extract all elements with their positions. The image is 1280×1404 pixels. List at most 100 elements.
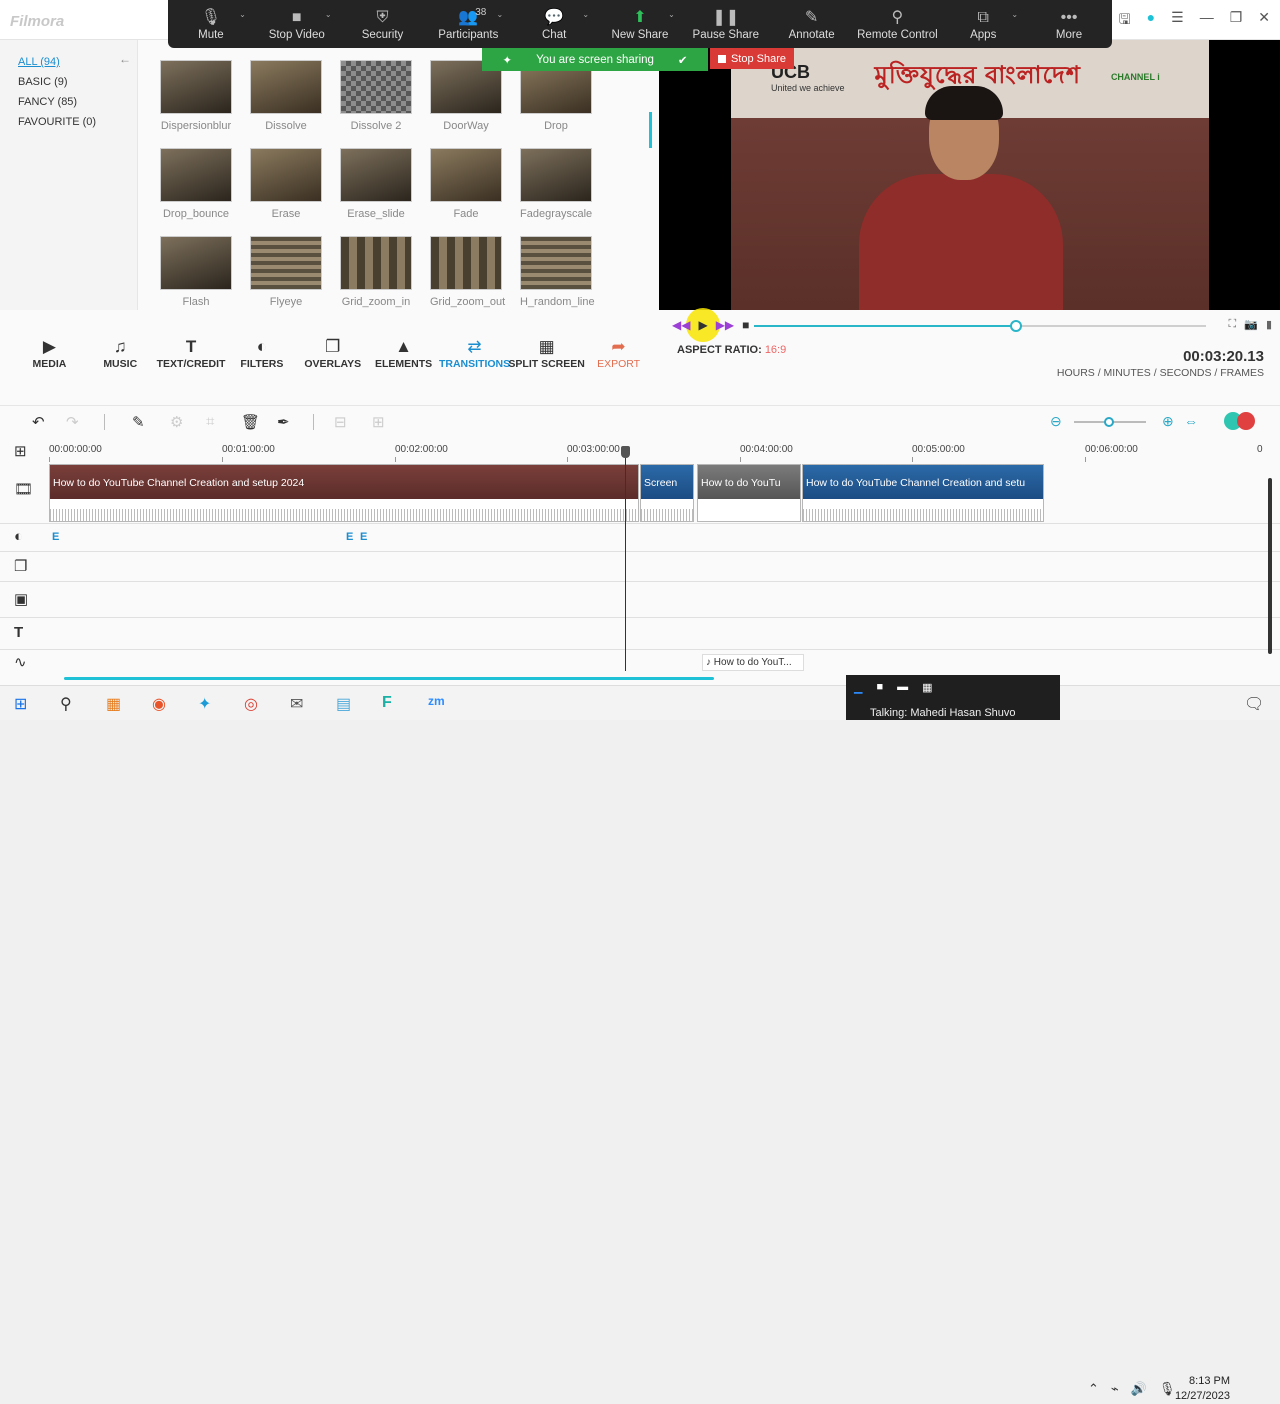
transition-tile[interactable]: Grid_zoom_in — [340, 236, 412, 308]
caret-icon[interactable]: ⌄ — [582, 10, 589, 19]
transition-tile[interactable]: Grid_zoom_out — [430, 236, 505, 308]
grid-scrollbar[interactable] — [649, 112, 652, 148]
transition-tile[interactable]: Drop_bounce — [160, 148, 232, 220]
effect-marker[interactable]: E — [360, 531, 367, 543]
timeline-vertical-scrollbar[interactable] — [1268, 478, 1272, 654]
effect-marker[interactable]: E — [346, 531, 353, 543]
fullscreen-icon[interactable]: ⛶ — [1229, 318, 1237, 331]
seek-handle[interactable] — [1010, 320, 1023, 332]
minimize-bar-icon[interactable]: ▁ — [854, 681, 862, 694]
zoom-stop-video-button[interactable]: ■ Stop Video ⌄ — [254, 0, 340, 48]
elements-tool[interactable]: ▲ ELEMENTS — [368, 336, 439, 376]
app-icon[interactable]: ✦ — [198, 694, 211, 714]
caret-icon[interactable]: ⌄ — [668, 10, 675, 19]
transitions-tool[interactable]: ⇄ TRANSITIONS — [439, 336, 510, 376]
zoom-participants-button[interactable]: 👥 38 Participants ⌄ — [425, 0, 511, 48]
zoom-apps-button[interactable]: ⧉ Apps ⌄ — [940, 0, 1026, 48]
video-preview[interactable]: UCB United we achieve মুক্তিযুদ্ধের বাংলা… — [659, 40, 1280, 310]
transition-tile[interactable]: Erase_slide — [340, 148, 412, 220]
unlink-icon[interactable]: ⊞ — [372, 413, 385, 431]
pin-icon[interactable]: ✦ — [502, 53, 512, 67]
share-icon[interactable]: ▬ — [897, 681, 908, 694]
notepad-icon[interactable]: ▤ — [336, 694, 351, 714]
search-icon[interactable]: ⚲ — [60, 694, 72, 714]
zoom-chat-button[interactable]: 💬 Chat ⌄ — [511, 0, 597, 48]
zoom-security-button[interactable]: ⛨ Security — [340, 0, 426, 48]
video-clip[interactable]: Screen — [640, 464, 694, 522]
windows-start-icon[interactable]: ⊞ — [14, 694, 27, 714]
transition-tile[interactable]: Dispersionblur — [160, 60, 232, 132]
add-track-icon[interactable]: ⊞ — [14, 442, 27, 460]
zoom-new-share-button[interactable]: ⬆ New Share ⌄ — [597, 0, 683, 48]
rewind-icon[interactable]: ◀◀ — [672, 318, 690, 332]
overlays-tool[interactable]: ❐ OVERLAYS — [297, 336, 368, 376]
save-icon[interactable]: 🖫 — [1119, 9, 1131, 33]
effect-marker[interactable]: E — [52, 531, 59, 543]
video-clip[interactable]: How to do YouTube Channel Creation and s… — [802, 464, 1044, 522]
settings-icon[interactable]: ⚙ — [170, 413, 183, 431]
category-fancy[interactable]: FANCY (85) — [0, 92, 137, 112]
volume-bars-icon[interactable]: ▮ — [1266, 318, 1272, 331]
fast-forward-icon[interactable]: ▶▶ — [716, 318, 734, 332]
transition-tile[interactable]: Flash — [160, 236, 232, 308]
category-favourite[interactable]: FAVOURITE (0) — [0, 112, 137, 132]
zoom-taskbar-icon[interactable]: zm — [428, 694, 445, 708]
chrome-icon[interactable]: ◎ — [244, 694, 258, 714]
maximize-icon[interactable]: ❐ — [1230, 9, 1243, 33]
chat-bubble-icon[interactable]: ● — [1147, 9, 1155, 33]
split-screen-tool[interactable]: ▦ SPLIT SCREEN — [508, 336, 584, 376]
zoom-in-icon[interactable]: ⊕ — [1162, 413, 1174, 430]
eyedropper-icon[interactable]: ✒ — [277, 413, 290, 431]
category-basic[interactable]: BASIC (9) — [0, 72, 137, 92]
filters-tool[interactable]: ◐ FILTERS — [226, 336, 297, 376]
zoom-pause-share-button[interactable]: ❚❚ Pause Share — [683, 0, 769, 48]
crop-icon[interactable]: ⌗ — [206, 413, 214, 430]
video-off-icon[interactable]: ■ — [876, 681, 883, 694]
transition-tile[interactable]: Erase — [250, 148, 322, 220]
transition-tile[interactable]: Dissolve — [250, 60, 322, 132]
system-clock[interactable]: 8:13 PM 12/27/2023 — [1168, 1374, 1230, 1404]
zoom-slider-handle[interactable] — [1104, 417, 1114, 427]
text-tool[interactable]: T TEXT/CREDIT — [156, 336, 227, 376]
zoom-remote-control-button[interactable]: ⚲ Remote Control — [855, 0, 941, 48]
play-icon[interactable]: ▶ — [698, 318, 707, 332]
timeline-horizontal-scrollbar[interactable] — [64, 677, 714, 680]
transition-tile[interactable]: Dissolve 2 — [340, 60, 412, 132]
transition-tile[interactable]: Fadegrayscale — [520, 148, 592, 220]
export-button[interactable]: ➦ EXPORT — [583, 336, 654, 376]
zoom-out-icon[interactable]: ⊖ — [1050, 413, 1062, 430]
caret-icon[interactable]: ⌄ — [325, 10, 332, 19]
media-tool[interactable]: ▶ MEDIA — [14, 336, 85, 376]
filmora-taskbar-icon[interactable]: F — [382, 694, 392, 712]
record-icon[interactable] — [1237, 412, 1255, 430]
snapshot-icon[interactable]: 📷 — [1244, 318, 1258, 331]
caret-icon[interactable]: ⌄ — [239, 10, 246, 19]
zoom-annotate-button[interactable]: ✎ Annotate — [769, 0, 855, 48]
mail-icon[interactable]: ✉ — [290, 694, 303, 714]
timeline-ruler[interactable]: ⊞ 00:00:00:00 00:01:00:00 00:02:00:00 00… — [0, 440, 1280, 462]
pencil-icon[interactable]: ✎ — [132, 413, 145, 431]
firefox-icon[interactable]: ◉ — [152, 694, 166, 714]
audio-clip[interactable]: ♪ How to do YouT... — [702, 654, 804, 671]
zoom-more-button[interactable]: ••• More — [1026, 0, 1112, 48]
link-icon[interactable]: ⊟ — [334, 413, 347, 431]
store-icon[interactable]: ▦ — [106, 694, 121, 714]
collapse-arrow-icon[interactable]: ← — [119, 52, 131, 66]
playhead[interactable] — [621, 446, 630, 671]
transition-tile[interactable]: Fade — [430, 148, 502, 220]
close-icon[interactable]: ✕ — [1258, 9, 1270, 33]
zoom-mute-button[interactable]: 🎙 Mute ⌄ — [168, 0, 254, 48]
minimize-icon[interactable]: — — [1200, 9, 1214, 33]
caret-icon[interactable]: ⌄ — [497, 10, 504, 19]
transition-tile[interactable]: Flyeye — [250, 236, 322, 308]
volume-icon[interactable]: 🔊 — [1131, 1381, 1147, 1397]
network-icon[interactable]: ⌁ — [1111, 1381, 1119, 1397]
stop-icon[interactable]: ■ — [742, 318, 749, 332]
music-tool[interactable]: ♫ MUSIC — [85, 336, 156, 376]
video-clip[interactable]: How to do YouTube Channel Creation and s… — [49, 464, 639, 522]
seek-bar[interactable] — [754, 320, 1206, 332]
menu-icon[interactable]: ☰ — [1171, 9, 1184, 33]
playhead-handle[interactable] — [621, 446, 630, 458]
fit-icon[interactable]: ⇔ — [1184, 413, 1198, 429]
redo-icon[interactable]: ↷ — [66, 413, 79, 431]
